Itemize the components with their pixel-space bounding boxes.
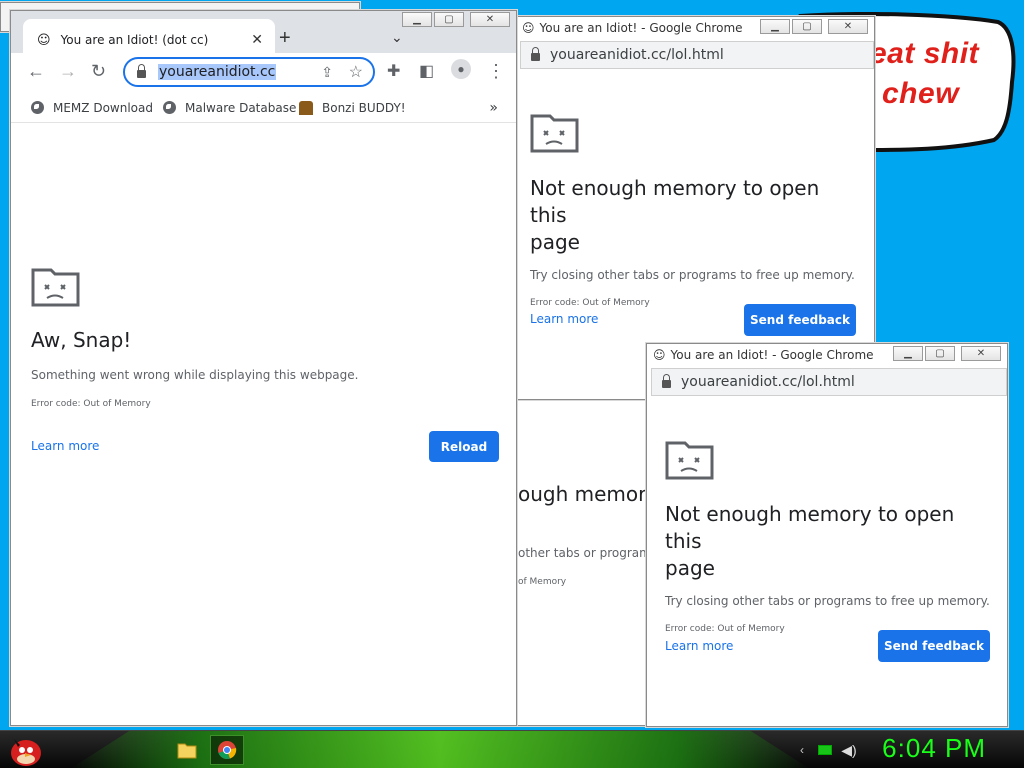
reload-button[interactable]: Reload xyxy=(429,431,499,462)
desktop: eat shit chew ough memory other tabs or … xyxy=(0,0,1024,730)
maximize-icon[interactable]: ▢ xyxy=(434,12,464,27)
popup-bottom-url: youareanidiot.cc/lol.html xyxy=(681,374,855,390)
aw-snap-error-code: Error code: Out of Memory xyxy=(31,399,151,409)
smiley-icon: ☺ xyxy=(653,348,666,362)
sad-tab-icon xyxy=(665,441,714,480)
bookmark-label: MEMZ Download xyxy=(53,100,153,115)
chrome-icon xyxy=(218,741,237,760)
popup-top-address-bar[interactable]: youareanidiot.cc/lol.html xyxy=(520,41,874,69)
start-button-angry-bird-icon[interactable] xyxy=(6,731,46,768)
aw-snap-message: Something went wrong while displaying th… xyxy=(31,368,359,382)
star-icon[interactable]: ☆ xyxy=(349,62,363,82)
explorer-folder-icon[interactable] xyxy=(170,735,204,765)
popup-window-bottom[interactable]: ☺ You are an Idiot! - Google Chrome ▁ ▢ … xyxy=(646,343,1008,727)
popup-top-error-title-line1: Not enough memory to open this xyxy=(530,176,820,227)
sad-tab-icon xyxy=(530,114,579,153)
bonzi-icon xyxy=(299,100,313,115)
smiley-icon: ☺ xyxy=(37,32,51,48)
smiley-icon: ☺ xyxy=(522,21,535,35)
bookmark-label: Malware Database xyxy=(185,100,297,115)
popup-top-learn-more-link[interactable]: Learn more xyxy=(530,312,598,326)
angry-bird-icon xyxy=(11,739,41,766)
main-chrome-window[interactable]: ▁ ▢ ✕ ☺ You are an Idiot! (dot cc) ✕ + ⌄… xyxy=(10,10,517,726)
bubble-line-2: chew xyxy=(882,77,960,110)
popup-bottom-window-controls: ▁ ▢ ✕ xyxy=(893,346,1001,361)
tab-close-icon[interactable]: ✕ xyxy=(251,32,263,48)
address-url[interactable]: youareanidiot.cc xyxy=(158,64,277,80)
reload-icon[interactable]: ↻ xyxy=(91,61,106,82)
popup-top-title: You are an Idiot! - Google Chrome xyxy=(539,21,743,35)
popup-top-error-title: Not enough memory to open this page xyxy=(530,175,860,256)
bubble-line-1: eat shit xyxy=(870,37,980,70)
popup-bottom-error-title-line2: page xyxy=(665,556,715,580)
globe-icon xyxy=(31,101,44,114)
popup-top-window-controls: ▁ ▢ ✕ xyxy=(760,19,868,34)
popup-bottom-address-bar[interactable]: youareanidiot.cc/lol.html xyxy=(651,368,1007,396)
popup-bottom-learn-more-link[interactable]: Learn more xyxy=(665,639,733,653)
menu-kebab-icon[interactable]: ⋮ xyxy=(487,61,505,82)
globe-icon xyxy=(163,101,176,114)
extensions-icon[interactable]: ✚ xyxy=(387,61,400,81)
chrome-taskbar-icon[interactable] xyxy=(210,735,244,765)
new-tab-button[interactable]: + xyxy=(279,27,291,50)
minimize-icon[interactable]: ▁ xyxy=(402,12,432,27)
popup-bottom-error-title-line1: Not enough memory to open this xyxy=(665,502,955,553)
side-panel-icon[interactable]: ◧ xyxy=(419,61,434,81)
close-icon[interactable]: ✕ xyxy=(961,346,1001,361)
bubble-text: eat shit chew xyxy=(870,34,979,114)
taskbar-clock[interactable]: 6:04 PM xyxy=(882,733,986,764)
share-icon[interactable]: ⇪ xyxy=(321,64,333,81)
back-arrow-icon[interactable]: ← xyxy=(27,61,45,82)
bookmark-malware-database[interactable]: Malware Database xyxy=(163,101,296,115)
learn-more-link[interactable]: Learn more xyxy=(31,439,99,453)
popup-bottom-error-title: Not enough memory to open this page xyxy=(665,501,993,582)
close-icon[interactable]: ✕ xyxy=(828,19,868,34)
tab-title: You are an Idiot! (dot cc) xyxy=(60,33,209,47)
lock-icon xyxy=(662,374,671,388)
popup-bottom-send-feedback-button[interactable]: Send feedback xyxy=(878,630,990,662)
popup-bottom-title: You are an Idiot! - Google Chrome xyxy=(670,348,874,362)
volume-icon[interactable]: ◀) xyxy=(832,735,866,765)
popup-top-error-message: Try closing other tabs or programs to fr… xyxy=(530,268,855,282)
popup-middle-message-fragment: other tabs or programs t xyxy=(518,546,655,560)
forward-arrow-icon[interactable]: → xyxy=(59,61,77,82)
minimize-icon[interactable]: ▁ xyxy=(893,346,923,361)
more-bookmarks-icon[interactable]: » xyxy=(489,100,498,116)
popup-middle-title-fragment: ough memory xyxy=(518,482,655,506)
taskbar: ‹ ◀) 6:04 PM xyxy=(0,730,1024,768)
address-bar[interactable]: youareanidiot.cc ⇪ ☆ xyxy=(123,57,375,87)
close-icon[interactable]: ✕ xyxy=(470,12,510,27)
bookmark-memz-download[interactable]: MEMZ Download xyxy=(31,101,153,115)
bookmark-label: Bonzi BUDDY! xyxy=(322,100,406,115)
lock-icon xyxy=(137,64,146,78)
aw-snap-title: Aw, Snap! xyxy=(31,328,132,352)
bookmarks-bar: MEMZ Download Malware Database Bonzi BUD… xyxy=(11,93,516,123)
main-window-controls: ▁ ▢ ✕ xyxy=(402,12,510,27)
popup-top-send-feedback-button[interactable]: Send feedback xyxy=(744,304,856,336)
minimize-icon[interactable]: ▁ xyxy=(760,19,790,34)
lock-icon xyxy=(531,47,540,61)
sad-tab-icon xyxy=(31,268,80,307)
popup-middle-code-fragment: of Memory xyxy=(518,577,567,587)
tab-search-chevron-icon[interactable]: ⌄ xyxy=(391,29,403,46)
popup-top-error-title-line2: page xyxy=(530,230,580,254)
bookmark-bonzi-buddy[interactable]: Bonzi BUDDY! xyxy=(299,100,406,115)
profile-icon[interactable]: ● xyxy=(451,59,471,79)
popup-window-middle[interactable]: ough memory other tabs or programs t of … xyxy=(515,400,655,726)
popup-bottom-error-message: Try closing other tabs or programs to fr… xyxy=(665,594,990,608)
popup-top-url: youareanidiot.cc/lol.html xyxy=(550,47,724,63)
maximize-icon[interactable]: ▢ xyxy=(925,346,955,361)
maximize-icon[interactable]: ▢ xyxy=(792,19,822,34)
